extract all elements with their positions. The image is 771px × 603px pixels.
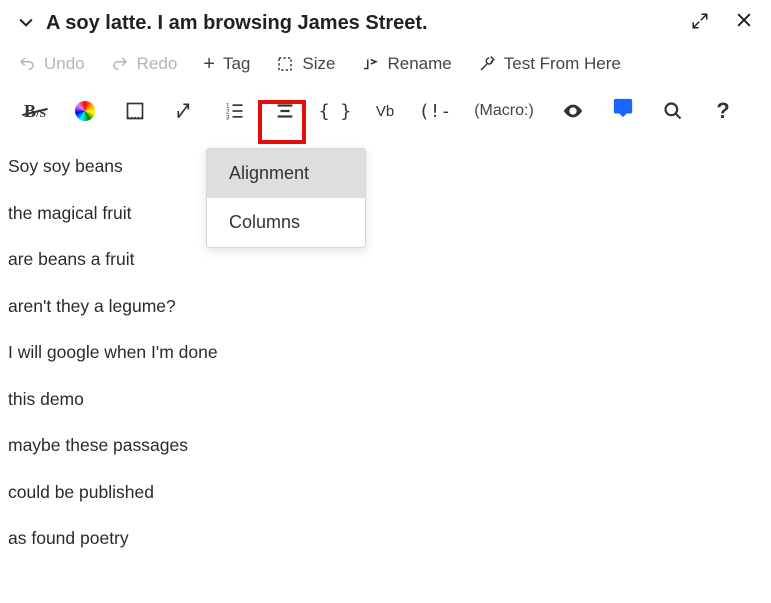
editor-line: Soy soy beans — [8, 154, 763, 179]
redo-label: Redo — [137, 54, 178, 74]
macro-button[interactable]: (Macro:) — [460, 92, 548, 130]
editor-line: as found poetry — [8, 526, 763, 551]
editor-line: aren't they a legume? — [8, 294, 763, 319]
collapse-icon[interactable]: (!- — [410, 92, 460, 130]
primary-toolbar: Undo Redo + Tag Size Rename Test From He… — [0, 44, 771, 84]
editor-content[interactable]: Soy soy beans the magical fruit are bean… — [0, 140, 771, 587]
plus-icon: + — [203, 54, 215, 74]
code-icon[interactable]: { } — [310, 92, 360, 130]
test-button[interactable]: Test From Here — [478, 54, 621, 74]
svg-text:3: 3 — [226, 114, 230, 121]
visibility-icon[interactable] — [548, 92, 598, 130]
title-bar: A soy latte. I am browsing James Street. — [0, 0, 771, 44]
redo-button[interactable]: Redo — [111, 54, 178, 74]
chevron-down-icon[interactable] — [16, 12, 36, 35]
tag-button[interactable]: + Tag — [203, 54, 250, 74]
menu-item-columns[interactable]: Columns — [207, 198, 365, 247]
size-button[interactable]: Size — [276, 54, 335, 74]
rename-button[interactable]: Rename — [361, 54, 451, 74]
colors-icon[interactable] — [60, 92, 110, 130]
expand-icon[interactable] — [689, 12, 711, 35]
editor-line: could be published — [8, 480, 763, 505]
undo-button[interactable]: Undo — [18, 54, 85, 74]
close-icon[interactable] — [733, 10, 755, 36]
editor-line: maybe these passages — [8, 433, 763, 458]
page-title: A soy latte. I am browsing James Street. — [46, 12, 667, 35]
editor-line: I will google when I'm done — [8, 340, 763, 365]
styles-icon[interactable]: B/S — [10, 92, 60, 130]
editor-line: the magical fruit — [8, 201, 763, 226]
rename-label: Rename — [387, 54, 451, 74]
rotation-icon[interactable] — [160, 92, 210, 130]
comment-icon[interactable] — [598, 92, 648, 130]
borders-icon[interactable] — [110, 92, 160, 130]
alignment-dropdown: Alignment Columns — [206, 148, 366, 248]
tag-label: Tag — [223, 54, 250, 74]
editor-line: are beans a fruit — [8, 247, 763, 272]
undo-label: Undo — [44, 54, 85, 74]
test-label: Test From Here — [504, 54, 621, 74]
editor-line: this demo — [8, 387, 763, 412]
size-label: Size — [302, 54, 335, 74]
help-icon[interactable]: ? — [698, 92, 748, 130]
alignment-icon[interactable] — [260, 92, 310, 130]
list-icon[interactable]: 123 — [210, 92, 260, 130]
search-icon[interactable] — [648, 92, 698, 130]
menu-item-alignment[interactable]: Alignment — [207, 149, 365, 198]
verbatim-icon[interactable]: Vb — [360, 92, 410, 130]
format-toolbar: B/S 123 { } Vb (!- (Macro:) ? — [0, 84, 771, 140]
